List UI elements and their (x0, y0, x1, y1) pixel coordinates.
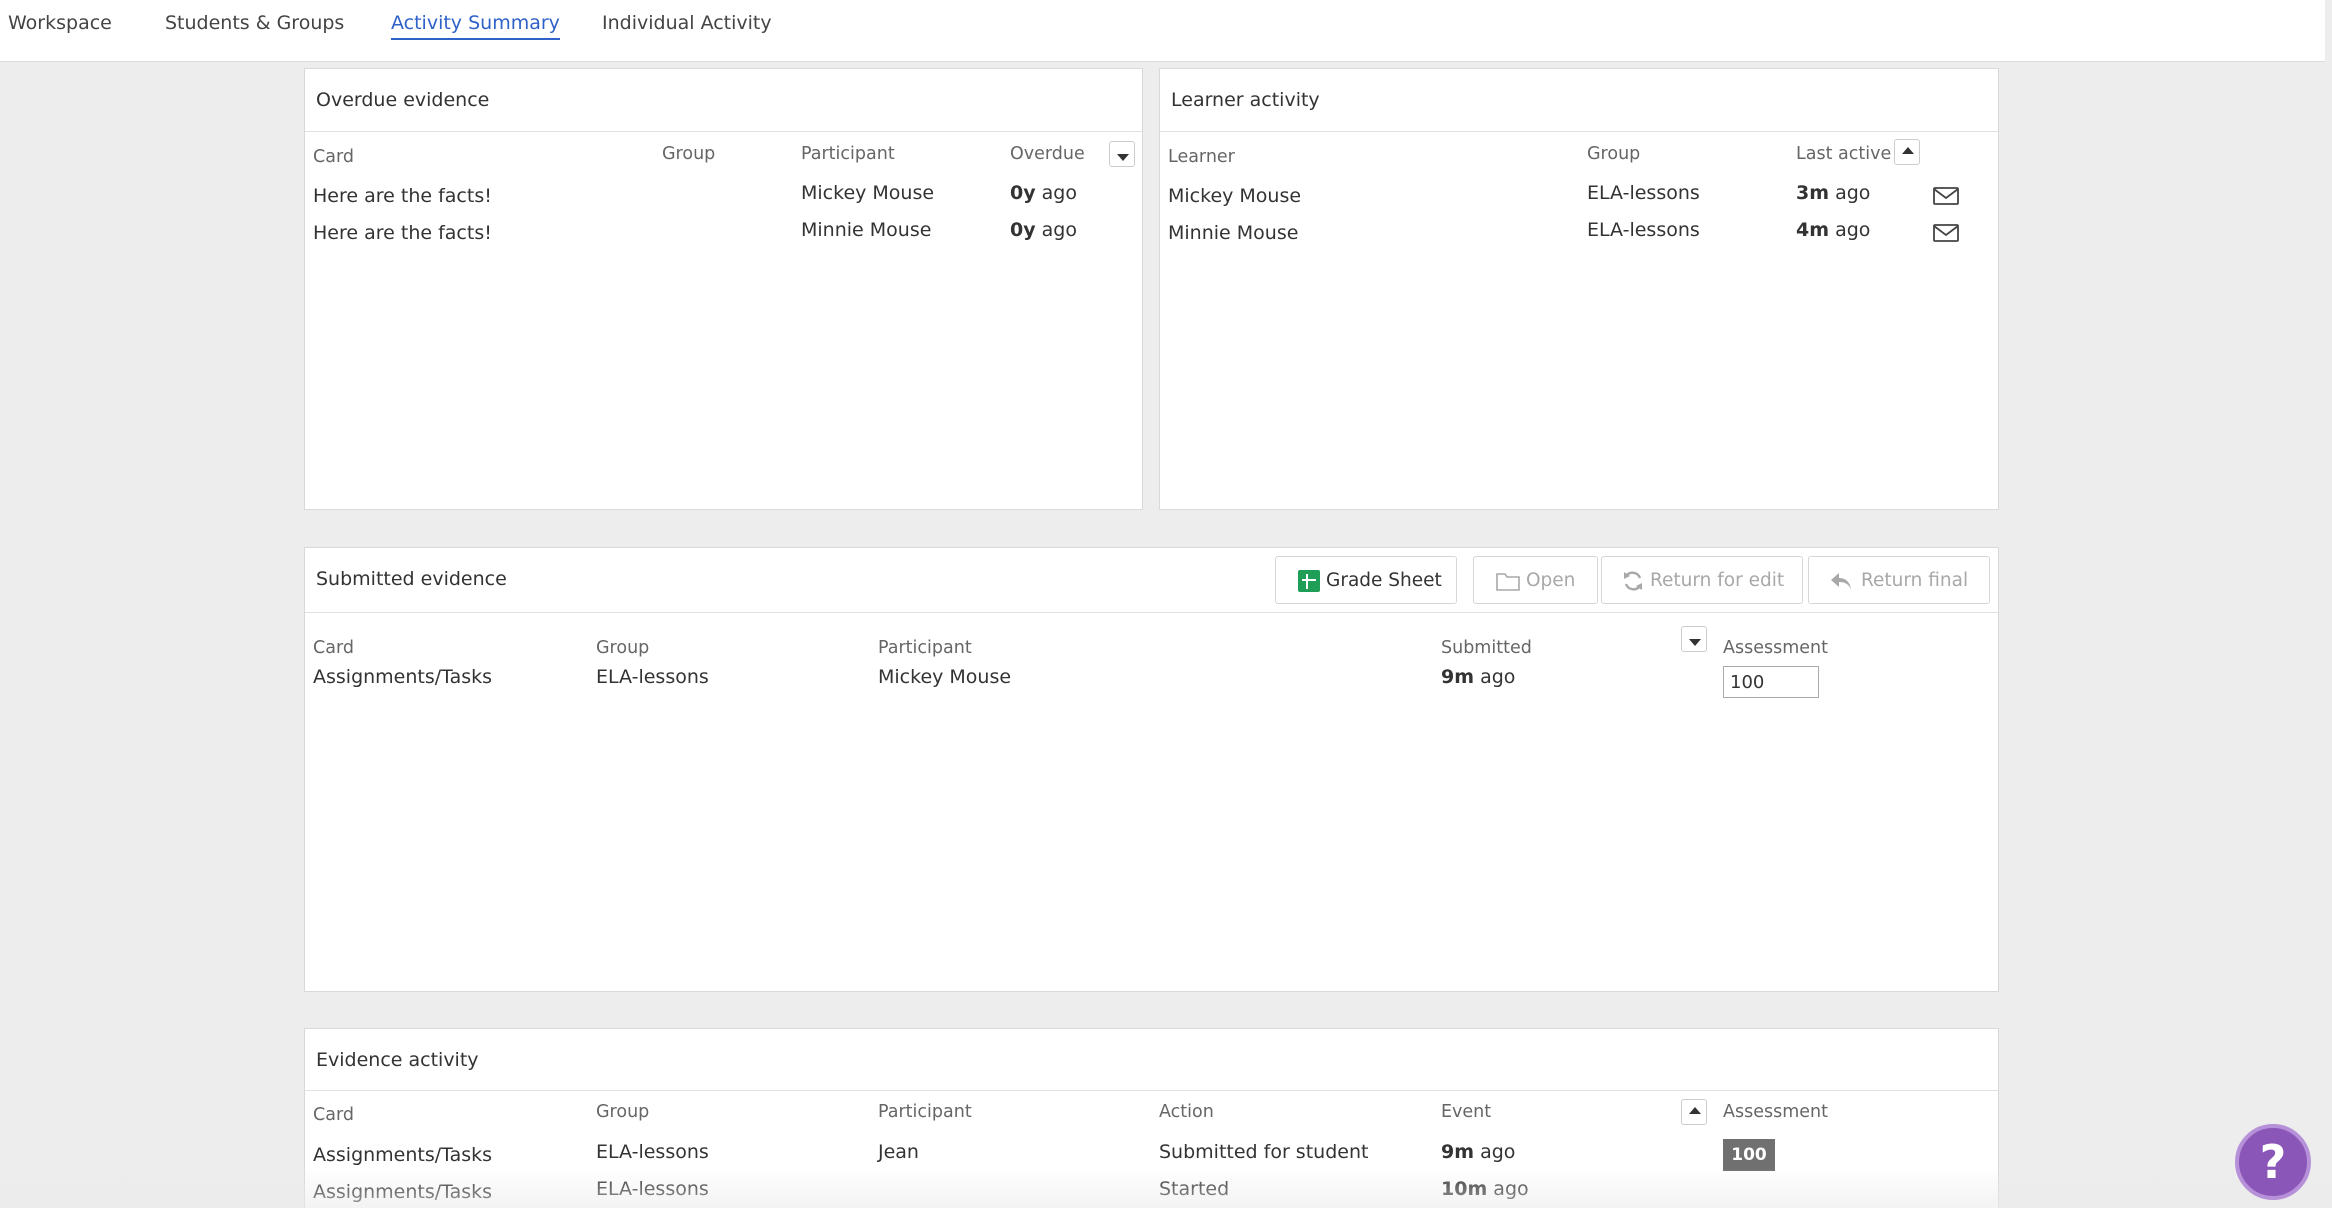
cell-group: ELA-lessons (1587, 182, 1700, 204)
column-header-group[interactable]: Group (596, 638, 649, 658)
cell-event: 10m ago (1441, 1178, 1529, 1200)
cell-submitted: 9m ago (1441, 666, 1516, 688)
column-header-learner[interactable]: Learner (1168, 147, 1235, 167)
cell-card: Here are the facts! (313, 185, 492, 207)
column-header-card[interactable]: Card (313, 638, 354, 658)
mail-icon[interactable] (1933, 187, 1959, 205)
open-label: Open (1526, 570, 1576, 591)
cell-group: ELA-lessons (596, 1141, 709, 1163)
cell-card: Assignments/Tasks (313, 1181, 493, 1203)
cell-card: Assignments/Tasks (313, 666, 493, 688)
return-for-edit-label: Return for edit (1650, 570, 1785, 591)
sort-ascending-button[interactable] (1681, 1099, 1707, 1125)
divider (305, 1090, 1998, 1091)
column-header-submitted[interactable]: Submitted (1441, 638, 1532, 658)
folder-icon (1496, 573, 1520, 591)
column-header-card[interactable]: Card (313, 147, 354, 167)
panel-title: Evidence activity (316, 1049, 479, 1071)
column-header-group[interactable]: Group (596, 1102, 649, 1122)
column-header-participant[interactable]: Participant (878, 638, 972, 658)
column-header-event[interactable]: Event (1441, 1102, 1491, 1122)
divider (305, 612, 1998, 613)
assessment-badge: 100 (1723, 1139, 1775, 1171)
column-header-assessment[interactable]: Assessment (1723, 638, 1828, 658)
column-header-card[interactable]: Card (313, 1105, 354, 1125)
tab-activity-summary[interactable]: Activity Summary (391, 12, 560, 40)
mail-icon[interactable] (1933, 224, 1959, 242)
chevron-up-icon (1902, 147, 1914, 154)
cell-action: Submitted for student (1159, 1141, 1369, 1163)
cell-last-active: 4m ago (1796, 219, 1871, 241)
sort-descending-button[interactable] (1681, 626, 1707, 652)
chevron-down-icon (1117, 154, 1129, 161)
cell-overdue: 0y ago (1010, 219, 1077, 241)
cell-learner: Minnie Mouse (1168, 222, 1299, 244)
cell-group: ELA-lessons (596, 666, 709, 688)
cell-card: Assignments/Tasks (313, 1144, 493, 1166)
chevron-up-icon (1689, 1107, 1701, 1114)
divider (305, 131, 1142, 132)
cell-learner: Mickey Mouse (1168, 185, 1302, 207)
reply-icon (1831, 573, 1851, 590)
submitted-evidence-panel: Submitted evidence Grade Sheet Open Retu… (304, 547, 1999, 992)
cell-overdue: 0y ago (1010, 182, 1077, 204)
help-button[interactable]: ? (2235, 1124, 2311, 1200)
panel-title: Submitted evidence (316, 568, 507, 590)
column-header-group[interactable]: Group (1587, 144, 1640, 164)
sort-ascending-button[interactable] (1894, 139, 1920, 165)
column-header-last-active[interactable]: Last active (1796, 144, 1891, 164)
overdue-evidence-panel: Overdue evidence Card Group Participant … (304, 68, 1143, 510)
sort-descending-button[interactable] (1109, 141, 1135, 167)
column-header-action[interactable]: Action (1159, 1102, 1214, 1122)
tab-workspace[interactable]: Workspace (8, 12, 112, 38)
cell-group: ELA-lessons (596, 1178, 709, 1200)
column-header-participant[interactable]: Participant (878, 1102, 972, 1122)
chevron-down-icon (1689, 639, 1701, 646)
column-header-overdue[interactable]: Overdue (1010, 144, 1085, 164)
cell-last-active: 3m ago (1796, 182, 1871, 204)
learner-activity-panel: Learner activity Learner Group Last acti… (1159, 68, 1999, 510)
column-header-assessment[interactable]: Assessment (1723, 1102, 1828, 1122)
grade-sheet-button[interactable]: Grade Sheet (1275, 556, 1457, 604)
divider (1160, 131, 1998, 132)
refresh-icon (1624, 571, 1642, 591)
assessment-input[interactable] (1723, 666, 1819, 698)
cell-participant: Jean (878, 1141, 919, 1163)
question-mark-icon: ? (2259, 1135, 2287, 1189)
cell-participant: Mickey Mouse (801, 182, 935, 204)
tab-students-groups[interactable]: Students & Groups (165, 12, 344, 38)
column-header-participant[interactable]: Participant (801, 144, 895, 164)
spreadsheet-icon (1298, 570, 1320, 592)
cell-event: 9m ago (1441, 1141, 1516, 1163)
top-navigation: Workspace Students & Groups Activity Sum… (0, 0, 2325, 62)
return-final-label: Return final (1861, 570, 1969, 591)
panel-title: Learner activity (1171, 89, 1320, 111)
open-button[interactable]: Open (1473, 556, 1598, 604)
column-header-group[interactable]: Group (662, 144, 715, 164)
panel-title: Overdue evidence (316, 89, 490, 111)
evidence-activity-panel: Evidence activity Card Group Participant… (304, 1028, 1999, 1208)
cell-participant: Mickey Mouse (878, 666, 1012, 688)
grade-sheet-label: Grade Sheet (1326, 570, 1442, 591)
return-final-button[interactable]: Return final (1808, 556, 1990, 604)
return-for-edit-button[interactable]: Return for edit (1601, 556, 1803, 604)
cell-card: Here are the facts! (313, 222, 492, 244)
cell-group: ELA-lessons (1587, 219, 1700, 241)
tab-individual-activity[interactable]: Individual Activity (602, 12, 772, 38)
cell-participant: Minnie Mouse (801, 219, 932, 241)
cell-action: Started (1159, 1178, 1230, 1200)
